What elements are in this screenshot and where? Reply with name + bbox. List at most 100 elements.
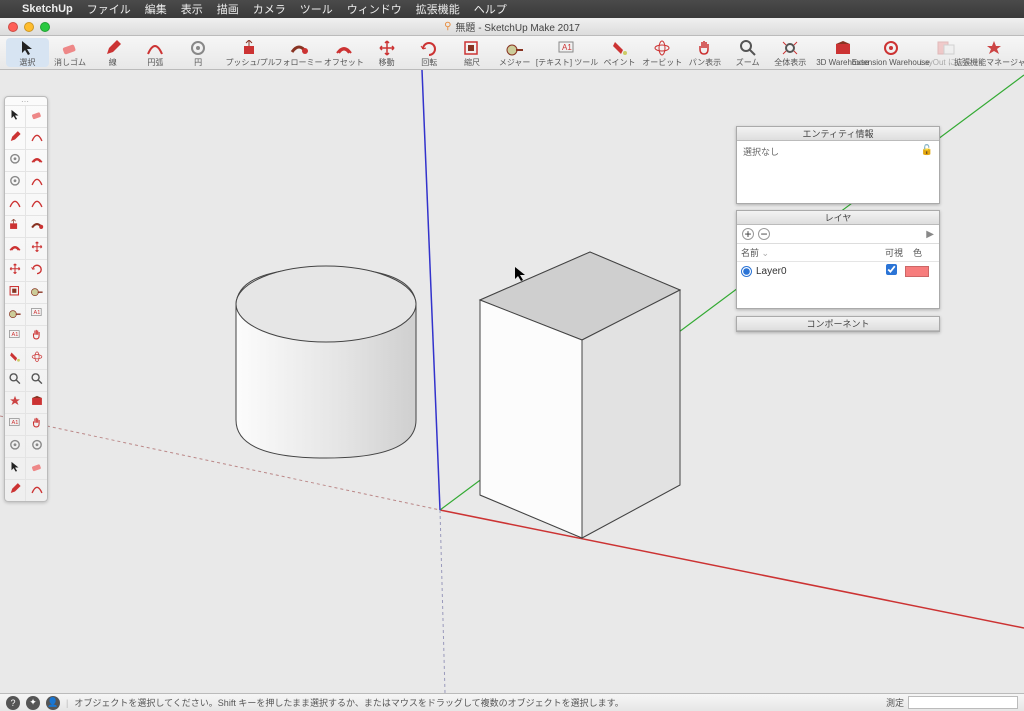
tool-extman-button[interactable]: 拡張機能マネージャー [970,38,1018,67]
layers-panel[interactable]: レイヤ + − ▶ 名前 ⌄ 可視 色 Layer0 [736,210,940,309]
tool-circle-button[interactable]: 円 [177,38,220,67]
layout-icon [935,38,957,58]
palette-tool-20[interactable]: A1 [5,325,26,347]
window-zoom-button[interactable] [40,22,50,32]
layer-remove-button[interactable]: − [758,228,770,240]
layer-active-radio[interactable] [741,266,752,277]
palette-tool-2[interactable] [5,127,26,149]
measurement-label: 測定 [886,696,904,709]
tool-ew-button[interactable]: Extension Warehouse [867,38,915,67]
palette-tool-1[interactable] [26,105,47,127]
palette-tool-12[interactable] [5,237,26,259]
tool-tape-button[interactable]: メジャー [493,38,536,67]
tool-zoom-button[interactable]: ズーム [726,38,769,67]
palette-tool-3[interactable] [26,127,47,149]
palette-tool-6[interactable] [5,171,26,193]
layer-visible-checkbox[interactable] [886,264,897,275]
layer-col-name[interactable]: 名前 ⌄ [737,244,881,261]
tool-zoomext-button[interactable]: 全体表示 [769,38,812,67]
layer-col-visible[interactable]: 可視 [881,244,909,261]
status-user-icon[interactable]: 👤 [46,696,60,710]
tool-offset-button[interactable]: オフセット [323,38,366,67]
tool-move-button[interactable]: 移動 [365,38,408,67]
palette-tool-35[interactable] [26,479,47,501]
palette-tool-26[interactable] [5,391,26,413]
palette-tool-27[interactable] [26,391,47,413]
lock-icon[interactable]: 🔓 [921,145,933,156]
palette-tool-17[interactable] [26,281,47,303]
palette-tool-9[interactable] [26,193,47,215]
status-help-icon[interactable]: ? [6,696,20,710]
palette-tool-18[interactable] [5,303,26,325]
tool-pushpull-button[interactable]: プッシュ/プル [227,38,275,67]
tool-scale-button[interactable]: 縮尺 [451,38,494,67]
layer-color-swatch[interactable] [905,266,929,277]
menu-view[interactable]: 表示 [181,1,203,17]
palette-tool-22[interactable] [5,347,26,369]
layer-menu-button[interactable]: ▶ [926,229,934,240]
tool-pencil-button[interactable]: 線 [91,38,134,67]
palette-tool-21[interactable] [26,325,47,347]
menu-draw[interactable]: 描画 [217,1,239,17]
palette-tool-0[interactable] [5,105,26,127]
palette-tool-25[interactable] [26,369,47,391]
palette-tool-28[interactable]: A1 [5,413,26,435]
palette-tool-24[interactable] [5,369,26,391]
menu-camera[interactable]: カメラ [253,1,286,17]
svg-text:A1: A1 [562,43,572,52]
menu-tools[interactable]: ツール [300,1,333,17]
status-geo-icon[interactable]: ✦ [26,696,40,710]
menu-window[interactable]: ウィンドウ [347,1,402,17]
measurement-input[interactable] [908,696,1018,709]
menu-edit[interactable]: 編集 [145,1,167,17]
palette-tool-33[interactable] [26,457,47,479]
layers-title[interactable]: レイヤ [737,211,939,225]
tool-label: パン表示 [689,59,721,67]
tool-followme-button[interactable]: フォローミー [275,38,323,67]
palette-tool-31[interactable] [26,435,47,457]
palette-tool-13[interactable] [26,237,47,259]
eraser-icon [59,38,81,58]
layer-col-color[interactable]: 色 [909,244,939,261]
tool-orbit-button[interactable]: オービット [641,38,684,67]
entity-info-title[interactable]: エンティティ情報 [737,127,939,141]
components-title[interactable]: コンポーネント [737,317,939,331]
tool-palette[interactable]: ⋯ A1A1A1 [4,96,48,502]
palette-tool-34[interactable] [5,479,26,501]
zoom-icon [31,373,42,388]
palette-tool-4[interactable] [5,149,26,171]
palette-tool-11[interactable] [26,215,47,237]
palette-grip[interactable]: ⋯ [5,97,47,105]
window-close-button[interactable] [8,22,18,32]
palette-tool-14[interactable] [5,259,26,281]
layer-name[interactable]: Layer0 [756,266,787,277]
palette-tool-5[interactable] [26,149,47,171]
entity-info-panel[interactable]: エンティティ情報 選択なし 🔓 [736,126,940,204]
palette-tool-30[interactable] [5,435,26,457]
layer-row[interactable]: Layer0 [737,262,939,280]
tool-text-button[interactable]: A1[テキスト] ツール [543,38,591,67]
palette-tool-15[interactable] [26,259,47,281]
layer-add-button[interactable]: + [742,228,754,240]
menu-file[interactable]: ファイル [87,1,131,17]
tool-layout-button[interactable]: LayOut に送信 [922,38,970,67]
tool-arc-button[interactable]: 円弧 [134,38,177,67]
tool-pan-button[interactable]: パン表示 [684,38,727,67]
tool-paint-button[interactable]: ペイント [598,38,641,67]
palette-tool-16[interactable] [5,281,26,303]
components-panel[interactable]: コンポーネント [736,316,940,332]
palette-tool-10[interactable] [5,215,26,237]
window-minimize-button[interactable] [24,22,34,32]
tool-rotate-button[interactable]: 回転 [408,38,451,67]
tool-eraser-button[interactable]: 消しゴム [49,38,92,67]
palette-tool-23[interactable] [26,347,47,369]
palette-tool-19[interactable]: A1 [26,303,47,325]
palette-tool-29[interactable] [26,413,47,435]
tool-cursor-button[interactable]: 選択 [6,38,49,67]
menu-help[interactable]: ヘルプ [474,1,507,17]
palette-tool-32[interactable] [5,457,26,479]
menu-extensions[interactable]: 拡張機能 [416,1,460,17]
palette-tool-7[interactable] [26,171,47,193]
menubar-appname[interactable]: SketchUp [22,3,73,15]
palette-tool-8[interactable] [5,193,26,215]
